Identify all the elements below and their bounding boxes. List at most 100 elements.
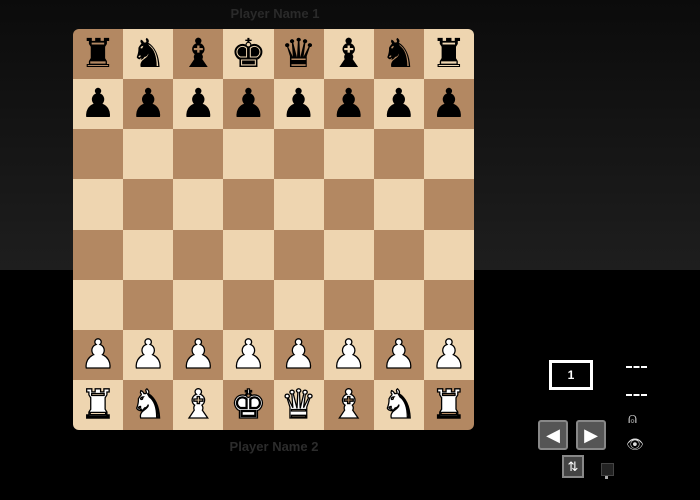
board-square[interactable]: ♟ [423, 329, 474, 380]
white-pawn-piece[interactable]: ♟ [130, 334, 167, 375]
board-square[interactable]: ♟ [273, 329, 324, 380]
board-square[interactable]: ♟ [223, 79, 274, 130]
board-square[interactable]: ♟ [423, 79, 474, 130]
chess-board[interactable]: ♜ ♞ ♝ ♚ ♛ ♝ ♞ ♜ ♟ ♟ ♟ ♟ ♟ ♟ ♟ ♟ ♟ ♟ ♟ ♟ ♟ ♟ ♟ ♟ ♜ ♞ ♝ ♚ ♛ ♝ ♞ ♜ [73, 29, 474, 430]
board-square[interactable]: ♟ [223, 329, 274, 380]
board-square[interactable]: ♚ [223, 379, 274, 430]
black-knight-piece[interactable]: ♞ [130, 34, 166, 74]
white-queen-piece[interactable]: ♛ [280, 384, 317, 425]
board-square[interactable]: ♞ [123, 29, 174, 80]
white-pawn-piece[interactable]: ♟ [230, 334, 267, 375]
board-square[interactable] [73, 279, 124, 330]
flip-board-button[interactable]: ⇅ [562, 455, 584, 478]
board-square[interactable] [223, 279, 274, 330]
white-pawn-piece[interactable]: ♟ [180, 334, 217, 375]
board-square[interactable]: ♛ [273, 379, 324, 430]
board-square[interactable] [123, 279, 174, 330]
board-square[interactable] [373, 229, 424, 280]
board-square[interactable] [173, 129, 224, 180]
white-knight-piece[interactable]: ♞ [380, 384, 417, 425]
board-square[interactable]: ♜ [423, 29, 474, 80]
next-move-button[interactable]: ▶ [576, 420, 606, 450]
board-square[interactable] [123, 129, 174, 180]
board-square[interactable]: ♟ [373, 79, 424, 130]
board-square[interactable]: ♟ [173, 329, 224, 380]
hide-eye-icon[interactable]: 👁 [626, 436, 644, 453]
board-square[interactable]: ♜ [73, 379, 124, 430]
board-square[interactable] [73, 179, 124, 230]
black-pawn-piece[interactable]: ♟ [431, 84, 467, 124]
black-pawn-piece[interactable]: ♟ [80, 84, 116, 124]
board-square[interactable]: ♟ [273, 79, 324, 130]
board-square[interactable] [373, 279, 424, 330]
board-square[interactable]: ♟ [323, 329, 374, 380]
board-square[interactable] [173, 229, 224, 280]
black-queen-piece[interactable]: ♛ [281, 34, 317, 74]
board-square[interactable]: ♝ [173, 29, 224, 80]
board-square[interactable] [323, 279, 374, 330]
board-square[interactable]: ♟ [73, 329, 124, 380]
white-pawn-piece[interactable]: ♟ [380, 334, 417, 375]
black-rook-piece[interactable]: ♜ [80, 34, 116, 74]
board-square[interactable] [373, 129, 424, 180]
board-square[interactable] [423, 179, 474, 230]
board-square[interactable] [223, 229, 274, 280]
board-square[interactable]: ♜ [73, 29, 124, 80]
board-square[interactable] [423, 129, 474, 180]
black-king-piece[interactable]: ♚ [231, 34, 267, 74]
black-rook-piece[interactable]: ♜ [431, 34, 467, 74]
board-square[interactable] [273, 279, 324, 330]
board-square[interactable] [373, 179, 424, 230]
white-pawn-piece[interactable]: ♟ [330, 334, 367, 375]
black-pawn-piece[interactable]: ♟ [281, 84, 317, 124]
move-number-field[interactable]: 1 [549, 360, 593, 390]
black-bishop-piece[interactable]: ♝ [180, 34, 216, 74]
board-square[interactable]: ♟ [73, 79, 124, 130]
white-bishop-piece[interactable]: ♝ [330, 384, 367, 425]
white-bishop-piece[interactable]: ♝ [180, 384, 217, 425]
board-square[interactable]: ♞ [373, 379, 424, 430]
white-pawn-piece[interactable]: ♟ [79, 334, 116, 375]
black-pawn-piece[interactable]: ♟ [180, 84, 216, 124]
board-square[interactable] [323, 179, 374, 230]
board-square[interactable]: ♚ [223, 29, 274, 80]
previous-move-button[interactable]: ◀ [538, 420, 568, 450]
board-square[interactable] [123, 229, 174, 280]
toggle-checkbox[interactable] [601, 463, 614, 476]
board-square[interactable]: ♟ [323, 79, 374, 130]
claw-icon[interactable]: ⍝ [628, 410, 637, 427]
board-square[interactable] [223, 129, 274, 180]
black-pawn-piece[interactable]: ♟ [381, 84, 417, 124]
board-square[interactable]: ♞ [123, 379, 174, 430]
board-square[interactable] [173, 279, 224, 330]
board-square[interactable]: ♛ [273, 29, 324, 80]
board-square[interactable] [173, 179, 224, 230]
board-square[interactable] [423, 279, 474, 330]
board-square[interactable]: ♜ [423, 379, 474, 430]
board-square[interactable]: ♞ [373, 29, 424, 80]
white-king-piece[interactable]: ♚ [230, 384, 267, 425]
black-pawn-piece[interactable]: ♟ [130, 84, 166, 124]
board-square[interactable]: ♝ [323, 379, 374, 430]
board-square[interactable] [273, 229, 324, 280]
board-square[interactable] [423, 229, 474, 280]
board-square[interactable] [223, 179, 274, 230]
black-knight-piece[interactable]: ♞ [381, 34, 417, 74]
board-square[interactable]: ♝ [173, 379, 224, 430]
white-rook-piece[interactable]: ♜ [79, 384, 116, 425]
board-square[interactable] [73, 229, 124, 280]
board-square[interactable] [273, 129, 324, 180]
white-pawn-piece[interactable]: ♟ [430, 334, 467, 375]
board-square[interactable]: ♝ [323, 29, 374, 80]
black-pawn-piece[interactable]: ♟ [231, 84, 267, 124]
board-square[interactable]: ♟ [123, 79, 174, 130]
white-pawn-piece[interactable]: ♟ [280, 334, 317, 375]
black-pawn-piece[interactable]: ♟ [331, 84, 367, 124]
black-bishop-piece[interactable]: ♝ [331, 34, 367, 74]
white-knight-piece[interactable]: ♞ [130, 384, 167, 425]
board-square[interactable] [73, 129, 124, 180]
board-square[interactable] [323, 229, 374, 280]
board-square[interactable] [323, 129, 374, 180]
board-square[interactable]: ♟ [173, 79, 224, 130]
board-square[interactable]: ♟ [123, 329, 174, 380]
